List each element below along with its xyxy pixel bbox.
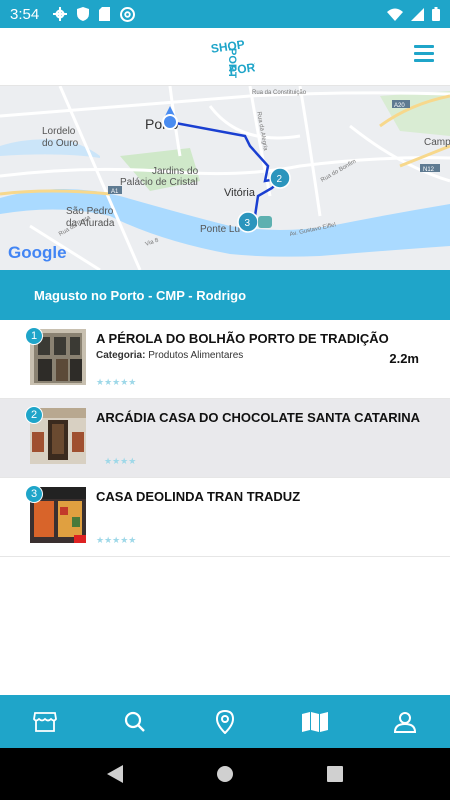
svg-text:A1: A1	[111, 189, 119, 195]
route-title: Magusto no Porto - CMP - Rodrigo	[34, 287, 247, 303]
svg-text:Ponte Lu: Ponte Lu	[200, 224, 240, 235]
hamburger-icon	[414, 45, 434, 48]
back-icon[interactable]	[106, 765, 123, 783]
svg-text:Camp: Camp	[424, 137, 450, 148]
nav-location-button[interactable]	[205, 702, 245, 742]
status-time: 3:54	[10, 5, 40, 23]
svg-text:Palácio de Cristal: Palácio de Cristal	[120, 177, 198, 188]
app-header: SHOP PORTO PORTO	[0, 28, 450, 86]
stop-number-badge: 3	[25, 485, 43, 503]
nav-store-button[interactable]	[25, 702, 65, 742]
route-title-bar: Magusto no Porto - CMP - Rodrigo	[0, 270, 450, 320]
map-icon	[302, 711, 328, 732]
stop-title: ARCÁDIA CASA DO CHOCOLATE SANTA CATARINA	[96, 410, 421, 425]
svg-text:São Pedro: São Pedro	[66, 206, 114, 217]
google-logo: Google	[8, 243, 67, 262]
system-navigation-bar	[0, 748, 450, 800]
wifi-icon	[387, 8, 403, 21]
user-icon	[394, 711, 416, 733]
nav-profile-button[interactable]	[385, 702, 425, 742]
nav-map-button[interactable]	[295, 702, 335, 742]
svg-text:A20: A20	[394, 103, 405, 109]
svg-text:Vitória: Vitória	[224, 187, 256, 199]
stop-number-badge: 1	[25, 327, 43, 345]
stop-title: A PÉROLA DO BOLHÃO PORTO DE TRADIÇÃO	[96, 331, 389, 346]
stops-list: 1 A PÉROLA DO BOLHÃO PORTO DE TRADIÇÃO C…	[0, 320, 450, 557]
at-sign-icon	[120, 6, 136, 22]
rating-stars: ★★★★★	[96, 377, 137, 387]
shop-porto-logo[interactable]: SHOP PORTO PORTO	[205, 36, 255, 78]
home-icon[interactable]	[216, 765, 234, 783]
stop-number-badge: 2	[25, 406, 43, 424]
map-marker-2[interactable]: 2	[269, 167, 291, 189]
rating-stars: ★★★★	[104, 456, 137, 466]
list-item[interactable]: 2 ARCÁDIA CASA DO CHOCOLATE SANTA CATARI…	[0, 399, 450, 478]
route-map[interactable]: A1 A20 N12 Lordelo do Ouro Porto Jardins…	[0, 86, 450, 270]
status-bar: 3:54	[0, 0, 450, 28]
list-item[interactable]: 1 A PÉROLA DO BOLHÃO PORTO DE TRADIÇÃO C…	[0, 320, 450, 399]
rating-stars: ★★★★★	[96, 535, 137, 545]
sd-card-icon	[99, 7, 111, 21]
stop-title: CASA DEOLINDA TRAN TRADUZ	[96, 489, 301, 504]
signal-icon	[411, 7, 424, 21]
map-marker-3[interactable]: 3	[237, 211, 259, 233]
svg-text:Rua da Constituição: Rua da Constituição	[252, 90, 307, 96]
recents-icon[interactable]	[327, 766, 344, 782]
list-item[interactable]: 3 CASA DEOLINDA TRAN TRADUZ ★★★★★	[0, 478, 450, 557]
stop-category: Categoria: Produtos Alimentares	[96, 350, 244, 361]
search-icon	[124, 711, 145, 732]
svg-text:2: 2	[277, 174, 283, 185]
bottom-navigation	[0, 695, 450, 748]
hamburger-menu-button[interactable]	[414, 45, 434, 63]
svg-text:N12: N12	[423, 167, 435, 173]
gear-icon	[53, 7, 68, 21]
svg-text:Jardins do: Jardins do	[152, 166, 199, 177]
store-icon	[33, 711, 57, 732]
stop-distance: 2.2m	[389, 351, 419, 366]
svg-text:3: 3	[245, 218, 251, 229]
shield-icon	[77, 7, 90, 21]
location-pin-icon	[216, 709, 234, 734]
map-label-lordelo: Lordelo	[42, 126, 76, 137]
svg-text:do Ouro: do Ouro	[42, 138, 79, 149]
battery-icon	[432, 7, 440, 21]
nav-search-button[interactable]	[115, 702, 155, 742]
